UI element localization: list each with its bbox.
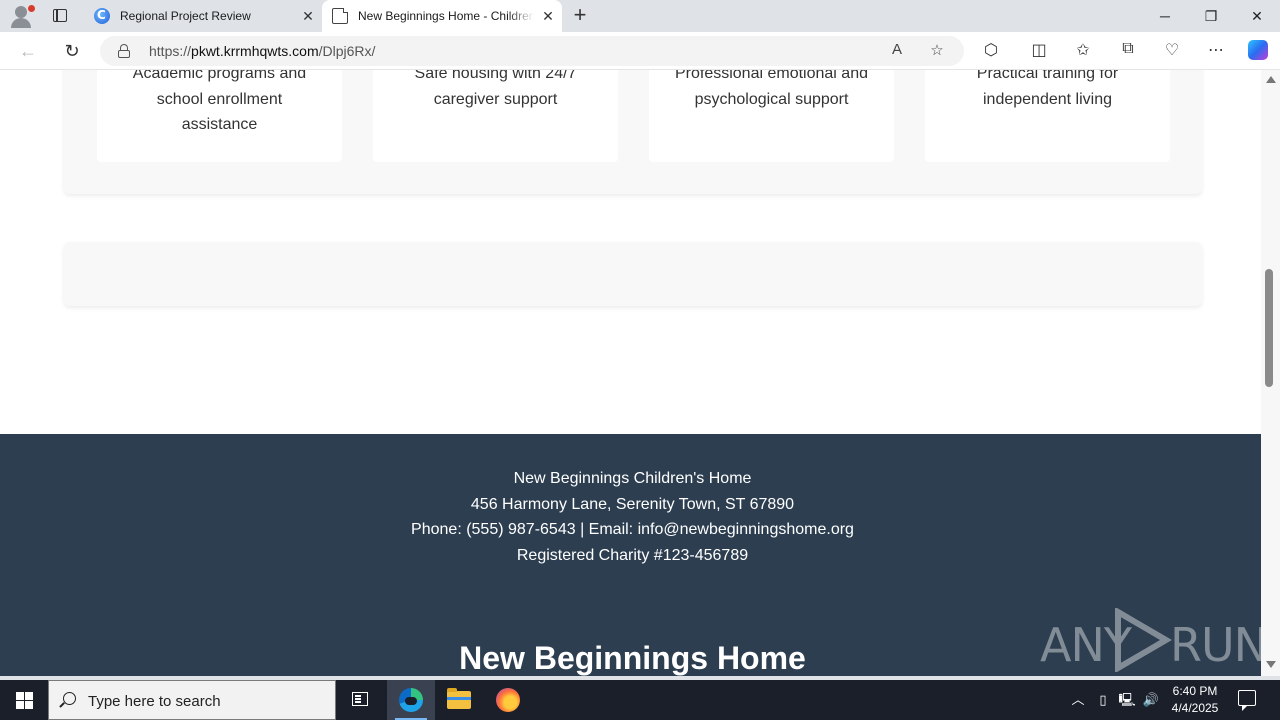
task-view-icon (352, 692, 368, 706)
favorite-star-icon[interactable]: ☆ (926, 41, 948, 61)
favorites-icon[interactable]: ✩ (1071, 40, 1095, 62)
page-viewport: Academic programs and school enrollment … (4, 70, 1261, 676)
split-screen-icon[interactable]: ◫ (1027, 40, 1051, 62)
profile-avatar-icon[interactable] (8, 4, 36, 28)
settings-more-icon[interactable]: ⋯ (1204, 40, 1228, 62)
service-card-counseling: Professional emotional and psychological… (649, 70, 894, 162)
empty-panel (64, 242, 1202, 306)
play-triangle-icon (1115, 608, 1172, 672)
windows-taskbar: Type here to search ︿ ▯ 🖳 🔊 6:40 PM 4/4/… (0, 680, 1280, 720)
taskbar-firefox-button[interactable] (484, 680, 532, 720)
tab-close-icon[interactable]: ✕ (294, 8, 322, 25)
vertical-scrollbar[interactable] (1261, 70, 1280, 676)
footer-charity: Registered Charity #123-456789 (516, 546, 749, 564)
new-tab-plus-icon[interactable]: + (566, 4, 594, 28)
firefox-icon (496, 688, 520, 712)
tab-actions-icon[interactable] (50, 6, 70, 26)
copilot-c-icon (94, 8, 110, 24)
tab-close-icon[interactable]: ✕ (534, 8, 562, 25)
restore-icon[interactable]: ❐ (1188, 0, 1234, 32)
minimize-icon[interactable]: ─ (1142, 0, 1188, 32)
tab-regional-project-review[interactable]: Regional Project Review ✕ (84, 0, 322, 32)
file-explorer-icon (447, 688, 471, 709)
service-card-education: Academic programs and school enrollment … (97, 70, 342, 162)
collections-icon[interactable]: ⧉ (1116, 40, 1140, 62)
footer-contact: Phone: (555) 987-6543 | Email: info@newb… (411, 521, 854, 538)
extensions-puzzle-icon[interactable]: ⬡ (979, 40, 1003, 62)
taskbar-file-explorer-button[interactable] (435, 680, 483, 720)
notifications-icon[interactable] (1238, 690, 1256, 711)
service-card-text: Safe housing with 24/7 caregiver support (414, 70, 577, 108)
scroll-down-arrow-icon[interactable] (1266, 661, 1276, 668)
taskbar-search-box[interactable]: Type here to search (48, 680, 336, 720)
browser-essentials-icon[interactable]: ♡ (1160, 40, 1184, 62)
footer-address: 456 Harmony Lane, Serenity Town, ST 6789… (470, 495, 795, 513)
scroll-up-arrow-icon[interactable] (1266, 76, 1276, 83)
footer-org-name: New Beginnings Children's Home (513, 470, 752, 487)
clock-date: 4/4/2025 (1171, 701, 1219, 715)
service-card-text: Professional emotional and psychological… (674, 70, 868, 108)
windows-start-icon[interactable] (0, 680, 48, 720)
watermark-text-right: RUN (1170, 618, 1261, 672)
service-card-life-skills: Practical training for independent livin… (925, 70, 1170, 162)
service-card-housing: Safe housing with 24/7 caregiver support (373, 70, 618, 162)
address-bar[interactable]: https://pkwt.krrmhqwts.com/Dlpj6Rx/ A ☆ (100, 36, 964, 66)
window-close-icon[interactable]: ✕ (1234, 0, 1280, 32)
url-text[interactable]: https://pkwt.krrmhqwts.com/Dlpj6Rx/ (149, 43, 375, 59)
search-placeholder: Type here to search (88, 693, 221, 710)
taskbar-clock[interactable]: 6:40 PM 4/4/2025 (1160, 683, 1230, 717)
tray-device-icon[interactable]: ▯ (1094, 680, 1112, 720)
copilot-icon[interactable] (1246, 40, 1270, 62)
refresh-icon[interactable]: ↻ (58, 38, 86, 64)
edge-browser-icon (399, 688, 423, 712)
tray-network-icon[interactable]: 🖳 (1116, 680, 1138, 720)
read-aloud-icon[interactable]: A (886, 41, 908, 61)
taskbar-edge-button[interactable] (387, 680, 435, 720)
search-icon (63, 692, 76, 705)
tray-chevron-up-icon[interactable]: ︿ (1068, 680, 1088, 720)
tab-title: New Beginnings Home - Children's (358, 9, 534, 23)
service-card-text: Practical training for independent livin… (976, 70, 1119, 108)
anyrun-watermark: ANY RUN (1040, 608, 1261, 672)
browser-toolbar: ← ↻ https://pkwt.krrmhqwts.com/Dlpj6Rx/ … (0, 32, 1280, 70)
tab-new-beginnings-home[interactable]: New Beginnings Home - Children's ✕ (322, 0, 562, 32)
task-view-button[interactable] (336, 680, 384, 720)
tab-strip: Regional Project Review ✕ New Beginnings… (0, 0, 1280, 32)
services-panel: Academic programs and school enrollment … (64, 70, 1202, 194)
back-arrow-icon[interactable]: ← (14, 38, 42, 64)
service-card-text: Academic programs and school enrollment … (132, 70, 307, 133)
scroll-thumb[interactable] (1265, 269, 1273, 387)
tab-title: Regional Project Review (120, 9, 251, 23)
clock-time: 6:40 PM (1172, 684, 1218, 698)
document-icon (332, 8, 348, 24)
lock-icon[interactable] (118, 44, 130, 58)
tray-volume-icon[interactable]: 🔊 (1140, 680, 1162, 720)
